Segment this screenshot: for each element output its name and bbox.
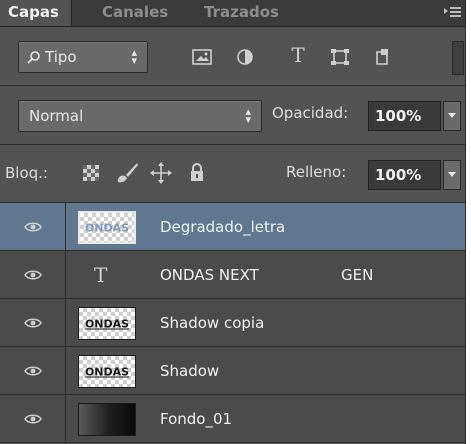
layer-thumbnail[interactable]: ONDAS xyxy=(78,307,136,340)
layer-row-degradado-letra[interactable]: ONDAS Degradado_letra xyxy=(0,203,465,251)
adjustment-filter-icon[interactable] xyxy=(232,44,258,70)
opacity-label: Opacidad: xyxy=(272,104,349,122)
fill-label: Relleno: xyxy=(286,163,347,181)
layer-thumbnail[interactable]: ONDAS xyxy=(78,211,136,244)
filter-kind-select[interactable]: Tipo ▴ ▾ xyxy=(18,41,148,73)
layer-list: ONDAS Degradado_letra T ONDAS NEXT GEN O… xyxy=(0,203,465,444)
filter-kind-value: Tipo xyxy=(27,48,77,66)
layer-name[interactable]: Fondo_01 xyxy=(160,410,232,428)
eye-icon xyxy=(23,222,42,231)
filter-toggle-switch[interactable] xyxy=(452,41,464,75)
eye-icon xyxy=(23,414,42,423)
layer-thumbnail[interactable]: ONDAS xyxy=(78,355,136,388)
type-filter-icon[interactable]: T xyxy=(285,42,311,68)
tab-canales[interactable]: Canales xyxy=(94,0,174,26)
fill-input[interactable]: 100% xyxy=(368,160,441,190)
lock-position-move-icon[interactable] xyxy=(148,160,174,186)
layer-row-fondo-01[interactable]: Fondo_01 xyxy=(0,395,465,443)
layer-name[interactable]: Shadow copia xyxy=(160,314,264,332)
eye-icon xyxy=(23,318,42,327)
lock-label: Bloq.: xyxy=(5,164,48,182)
layer-name-extra: GEN xyxy=(341,265,374,284)
tab-capas[interactable]: Capas xyxy=(0,0,72,26)
layer-row-shadow-copia[interactable]: ONDAS Shadow copia xyxy=(0,299,465,347)
blend-row: Normal ▴ ▾ Opacidad: 100% xyxy=(0,86,465,144)
lock-row: Bloq.: Relleno: 100% xyxy=(0,145,465,203)
layer-row-ondas-next[interactable]: T ONDAS NEXT GEN xyxy=(0,251,465,299)
search-icon xyxy=(27,51,40,64)
text-layer-icon: T xyxy=(94,262,108,287)
opacity-input[interactable]: 100% xyxy=(368,101,441,131)
opacity-dropdown-button[interactable] xyxy=(443,101,461,131)
eye-icon xyxy=(23,366,42,375)
blend-mode-value: Normal xyxy=(29,107,84,125)
image-filter-icon[interactable] xyxy=(189,44,215,70)
chevron-down-icon xyxy=(448,113,456,118)
chevron-down-icon xyxy=(448,172,456,177)
visibility-toggle[interactable] xyxy=(0,251,66,298)
lock-all-icon[interactable] xyxy=(184,159,210,185)
visibility-toggle[interactable] xyxy=(0,395,66,442)
chevron-updown-icon: ▴ ▾ xyxy=(131,46,137,67)
visibility-toggle[interactable] xyxy=(0,203,66,250)
shape-filter-icon[interactable] xyxy=(327,44,353,70)
chevron-updown-icon: ▴ ▾ xyxy=(245,105,251,126)
tab-trazados[interactable]: Trazados xyxy=(196,0,286,26)
layer-thumbnail[interactable] xyxy=(78,403,136,436)
lock-image-pixels-brush-icon[interactable] xyxy=(114,160,140,186)
visibility-toggle[interactable] xyxy=(0,299,66,346)
layer-name[interactable]: Shadow xyxy=(160,362,219,380)
layers-panel: Capas Canales Trazados Tipo ▴ ▾ T Normal… xyxy=(0,0,466,444)
layer-name[interactable]: ONDAS NEXT xyxy=(160,266,259,284)
smart-object-filter-icon[interactable] xyxy=(370,44,396,70)
panel-menu-icon[interactable] xyxy=(442,4,462,20)
layer-name[interactable]: Degradado_letra xyxy=(160,218,285,236)
blend-mode-select[interactable]: Normal ▴ ▾ xyxy=(18,100,262,132)
layer-row-shadow[interactable]: ONDAS Shadow xyxy=(0,347,465,395)
visibility-toggle[interactable] xyxy=(0,347,66,394)
eye-icon xyxy=(23,270,42,279)
panel-tab-bar: Capas Canales Trazados xyxy=(0,0,465,27)
filter-row: Tipo ▴ ▾ T xyxy=(0,27,465,85)
lock-transparent-pixels-icon[interactable] xyxy=(78,160,104,186)
fill-dropdown-button[interactable] xyxy=(443,160,461,190)
